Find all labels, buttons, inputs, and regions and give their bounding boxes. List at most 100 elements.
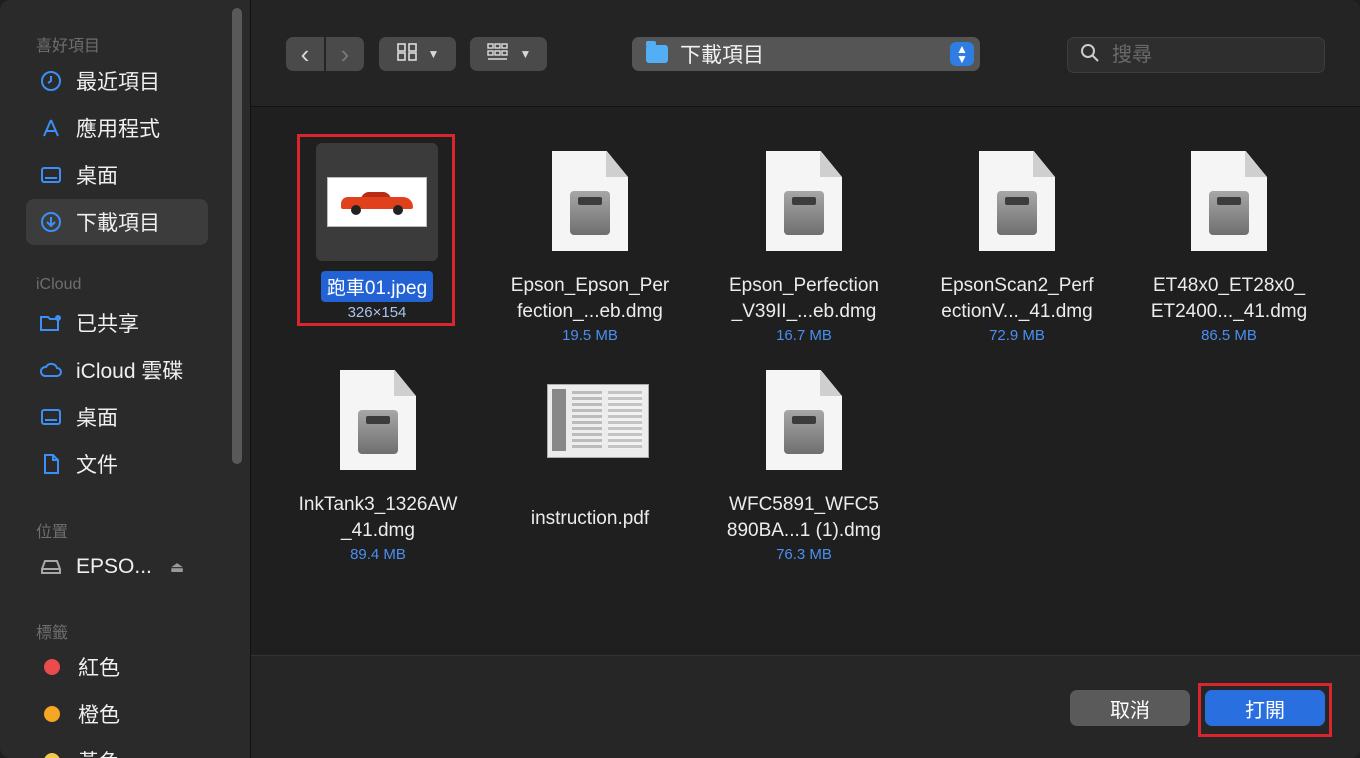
file-open-dialog: 喜好項目 最近項目 應用程式 桌面 下載項目 iCloud 已共享 iCloud… [0, 0, 1360, 758]
chevron-down-icon: ▼ [519, 47, 532, 61]
search-input[interactable] [1110, 42, 1314, 68]
file-name-line1: WFC5891_WFC5 [729, 494, 879, 515]
sidebar-tag-red[interactable]: 紅色 [26, 644, 208, 690]
grid-view-icon [396, 42, 418, 67]
sidebar-tag-yellow[interactable]: 黃色 [26, 738, 208, 758]
chevron-right-icon: › [340, 38, 350, 69]
sidebar-item-label: 文件 [76, 454, 118, 477]
sidebar-item-label: iCloud 雲碟 [76, 360, 184, 383]
sidebar-item-label: 桌面 [76, 407, 118, 430]
red-tag-icon [44, 659, 60, 675]
shared-folder-icon [38, 310, 64, 336]
back-button[interactable]: ‹ [286, 37, 324, 71]
file-name-line1: Epson_Perfection [729, 275, 879, 296]
pdf-thumbnail [547, 384, 649, 458]
favorites-header: 喜好項目 [36, 38, 101, 55]
eject-icon[interactable]: ⏏ [170, 558, 184, 576]
file-name-line2: _V39II_...eb.dmg [731, 301, 877, 322]
tags-header: 標籤 [36, 625, 69, 642]
sidebar-item-icloud-desktop[interactable]: 桌面 [26, 394, 208, 440]
cloud-icon [38, 357, 64, 383]
toolbar: ‹ › ▼ ▼ 下載項目 ▲ ▼ [251, 0, 1360, 107]
locations-header: 位置 [36, 524, 69, 541]
file-name-line2: 890BA...1 (1).dmg [726, 520, 882, 541]
chevron-left-icon: ‹ [300, 38, 310, 69]
file-item-dmg[interactable]: WFC5891_WFC5 890BA...1 (1).dmg 76.3 MB [698, 370, 910, 563]
sidebar-item-label: 黃色 [78, 746, 120, 758]
sidebar-item-label: 最近項目 [76, 71, 160, 94]
sidebar-item-epson-drive[interactable]: EPSO... ⏏ [26, 544, 208, 590]
drive-icon [38, 554, 64, 580]
disk-image-icon [340, 370, 416, 470]
sidebar: 喜好項目 最近項目 應用程式 桌面 下載項目 iCloud 已共享 iCloud… [0, 0, 251, 758]
file-name: instruction.pdf [530, 508, 650, 529]
sidebar-item-downloads[interactable]: 下載項目 [26, 199, 208, 245]
desktop-icon [38, 162, 64, 188]
search-field[interactable] [1067, 37, 1325, 73]
icloud-header: iCloud [36, 276, 82, 293]
path-popup[interactable]: 下載項目 ▲ ▼ [632, 37, 980, 71]
sidebar-item-label: 下載項目 [76, 212, 160, 235]
file-name-line1: ET48x0_ET28x0_ [1152, 275, 1306, 296]
highlight-box-selected-file [297, 134, 455, 326]
search-icon [1080, 43, 1100, 68]
file-size: 16.7 MB [776, 327, 832, 344]
updown-chevron-icon: ▲ ▼ [950, 42, 974, 66]
sidebar-item-recents[interactable]: 最近項目 [26, 58, 208, 104]
file-name-line1: EpsonScan2_Perf [940, 275, 1094, 296]
file-item-pdf[interactable]: instruction.pdf [484, 370, 696, 532]
sidebar-item-desktop[interactable]: 桌面 [26, 152, 208, 198]
sidebar-item-icloud-drive[interactable]: iCloud 雲碟 [26, 347, 208, 393]
desktop-icon [38, 404, 64, 430]
file-name-line2: _41.dmg [341, 520, 415, 541]
sidebar-scrollbar[interactable] [232, 8, 242, 464]
chevron-down-icon: ▼ [427, 47, 440, 61]
file-name-line1: Epson_Epson_Per [510, 275, 670, 296]
disk-image-icon [766, 151, 842, 251]
file-size: 72.9 MB [989, 327, 1045, 344]
group-icon [486, 42, 510, 67]
dialog-footer: 取消 打開 [251, 655, 1360, 758]
download-icon [38, 209, 64, 235]
file-name-line2: ET2400..._41.dmg [1150, 301, 1308, 322]
file-item-dmg[interactable]: InkTank3_1326AW _41.dmg 89.4 MB [272, 370, 484, 563]
file-name-line1: InkTank3_1326AW [298, 494, 458, 515]
apps-icon [38, 115, 64, 141]
sidebar-item-label: 橙色 [78, 704, 120, 727]
sidebar-item-shared[interactable]: 已共享 [26, 300, 208, 346]
file-item-dmg[interactable]: ET48x0_ET28x0_ ET2400..._41.dmg 86.5 MB [1123, 151, 1335, 344]
sidebar-item-label: EPSO... [76, 555, 152, 578]
sidebar-item-applications[interactable]: 應用程式 [26, 105, 208, 151]
disk-image-icon [1191, 151, 1267, 251]
document-icon [38, 451, 64, 477]
file-item-dmg[interactable]: Epson_Perfection _V39II_...eb.dmg 16.7 M… [698, 151, 910, 344]
sidebar-item-label: 應用程式 [76, 118, 160, 141]
sidebar-item-label: 紅色 [78, 657, 120, 680]
file-size: 86.5 MB [1201, 327, 1257, 344]
file-grid: 跑車01.jpeg 326×154 Epson_Epson_Per fectio… [251, 107, 1360, 654]
file-item-dmg[interactable]: EpsonScan2_Perf ectionV..._41.dmg 72.9 M… [911, 151, 1123, 344]
sidebar-tag-orange[interactable]: 橙色 [26, 691, 208, 737]
file-name-line2: ectionV..._41.dmg [941, 301, 1093, 322]
file-name-line2: fection_...eb.dmg [517, 301, 663, 322]
disk-image-icon [552, 151, 628, 251]
orange-tag-icon [44, 706, 60, 722]
highlight-box-open-button [1198, 683, 1332, 737]
cancel-button[interactable]: 取消 [1070, 690, 1190, 726]
group-button[interactable]: ▼ [470, 37, 547, 71]
sidebar-item-documents[interactable]: 文件 [26, 441, 208, 487]
file-item-dmg[interactable]: Epson_Epson_Per fection_...eb.dmg 19.5 M… [484, 151, 696, 344]
disk-image-icon [766, 370, 842, 470]
view-mode-button[interactable]: ▼ [379, 37, 456, 71]
sidebar-item-label: 桌面 [76, 165, 118, 188]
file-size: 19.5 MB [562, 327, 618, 344]
file-size: 76.3 MB [776, 546, 832, 563]
file-size: 89.4 MB [350, 546, 406, 563]
sidebar-item-label: 已共享 [76, 313, 139, 336]
disk-image-icon [979, 151, 1055, 251]
clock-icon [38, 68, 64, 94]
folder-icon [646, 41, 668, 63]
path-label: 下載項目 [680, 44, 764, 67]
yellow-tag-icon [44, 753, 60, 758]
forward-button[interactable]: › [326, 37, 364, 71]
